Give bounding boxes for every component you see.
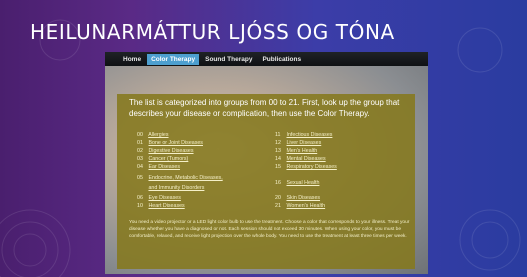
- item-number: 03: [137, 156, 143, 162]
- list-item: 10 Heart Diseases: [137, 203, 185, 209]
- content-panel: The list is categorized into groups from…: [117, 94, 415, 269]
- disease-link-allergies[interactable]: Allergies: [148, 132, 168, 138]
- disease-link-mens-health[interactable]: Men's Health: [286, 148, 317, 154]
- item-number: 15: [275, 164, 281, 170]
- item-number: 02: [137, 148, 143, 154]
- list-item: 06 Eye Diseases: [137, 195, 181, 201]
- item-number: 12: [275, 140, 281, 146]
- item-number: 20: [275, 195, 281, 201]
- list-item: 01 Bone or Joint Diseases: [137, 140, 203, 146]
- item-number: 21: [275, 203, 281, 209]
- nav-color-therapy[interactable]: Color Therapy: [147, 53, 200, 65]
- list-item: 21 Women's Health: [275, 203, 325, 209]
- disease-link-ear[interactable]: Ear Diseases: [148, 164, 180, 170]
- list-item: 14 Mental Diseases: [275, 156, 326, 162]
- list-item: 20 Skin Diseases: [275, 195, 320, 201]
- slide-title: HEILUNARMÁTTUR LJÓSS OG TÓNA: [30, 20, 395, 44]
- disease-link-sexual-health[interactable]: Sexual Health: [286, 180, 319, 186]
- item-number: 01: [137, 140, 143, 146]
- list-item: 00 Allergies: [137, 132, 169, 138]
- disease-link-liver[interactable]: Liver Diseases: [286, 140, 321, 146]
- disease-link-bone-joint[interactable]: Bone or Joint Diseases: [148, 140, 202, 146]
- top-navbar: Home Color Therapy Sound Therapy Publica…: [105, 52, 428, 66]
- list-item: 04 Ear Diseases: [137, 164, 180, 170]
- disease-link-eye[interactable]: Eye Diseases: [148, 195, 180, 201]
- disease-link-endocrine[interactable]: Endocrine, Metabolic Diseases,: [148, 175, 222, 181]
- list-item: 02 Digestive Diseases: [137, 148, 194, 154]
- item-number: 16: [275, 180, 281, 186]
- nav-publications[interactable]: Publications: [258, 54, 305, 65]
- instructions-text: You need a video projector or a LED ligh…: [129, 220, 410, 240]
- disease-link-heart[interactable]: Heart Diseases: [148, 203, 184, 209]
- item-number: 13: [275, 148, 281, 154]
- item-number: 05: [137, 175, 143, 181]
- item-number: 14: [275, 156, 281, 162]
- website-screenshot: Home Color Therapy Sound Therapy Publica…: [105, 52, 428, 274]
- item-number: 00: [137, 132, 143, 138]
- list-item: 11 Infectious Diseases: [275, 132, 332, 138]
- item-number: 11: [275, 132, 281, 138]
- list-item: 03 Cancer (Tumors): [137, 156, 188, 162]
- list-item: 15 Respiratory Diseases: [275, 164, 337, 170]
- disease-link-infectious[interactable]: Infectious Diseases: [286, 132, 332, 138]
- list-item: 13 Men's Health: [275, 148, 317, 154]
- disease-link-respiratory[interactable]: Respiratory Diseases: [286, 164, 336, 170]
- disease-link-skin[interactable]: Skin Diseases: [286, 195, 320, 201]
- nav-home[interactable]: Home: [119, 54, 145, 65]
- list-item: and Immunity Disorders: [137, 185, 204, 191]
- disease-link-womens-health[interactable]: Women's Health: [286, 203, 325, 209]
- list-item: 05 Endocrine, Metabolic Diseases,: [137, 175, 223, 181]
- item-number: 10: [137, 203, 143, 209]
- disease-link-digestive[interactable]: Digestive Diseases: [148, 148, 193, 154]
- item-number: 06: [137, 195, 143, 201]
- list-item: 12 Liver Diseases: [275, 140, 321, 146]
- intro-text: The list is categorized into groups from…: [129, 98, 400, 118]
- disease-link-immunity[interactable]: and Immunity Disorders: [148, 185, 204, 191]
- disease-link-mental[interactable]: Mental Diseases: [286, 156, 325, 162]
- disease-link-cancer[interactable]: Cancer (Tumors): [148, 156, 188, 162]
- nav-sound-therapy[interactable]: Sound Therapy: [201, 54, 256, 65]
- item-number: 04: [137, 164, 143, 170]
- list-item: 16 Sexual Health: [275, 180, 319, 186]
